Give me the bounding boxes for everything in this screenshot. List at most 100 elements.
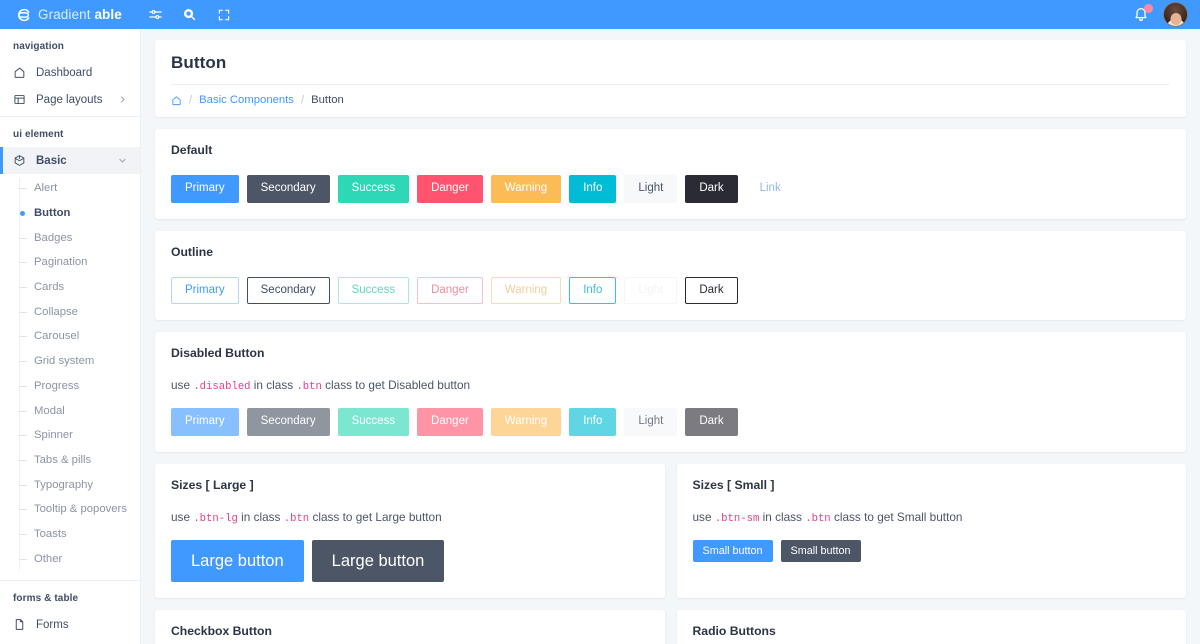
outline-light-button[interactable]: Light — [624, 276, 678, 304]
breadcrumb-home-icon[interactable] — [171, 95, 182, 106]
default-info-button[interactable]: Info — [569, 175, 617, 203]
sidebar-subitem-other[interactable]: Other — [0, 546, 140, 571]
default-danger-button[interactable]: Danger — [417, 175, 483, 203]
top-navigation-bar: Gradient able — [0, 0, 1200, 29]
large-desc-post: class to get Large button — [309, 509, 442, 524]
sidebar-item-page-layouts[interactable]: Page layouts — [0, 86, 140, 113]
large-desc-mid: in class — [237, 509, 284, 524]
radio-buttons-card: Radio Buttons Active Radio Radio — [676, 610, 1186, 644]
large-desc-pre: use — [171, 509, 194, 524]
sidebar-item-dashboard-label: Dashboard — [36, 66, 93, 79]
page-title: Button — [171, 53, 227, 72]
outline-success-button[interactable]: Success — [337, 276, 410, 304]
sidebar-subitem-spinner[interactable]: Spinner — [0, 423, 140, 448]
large-desc-code-1: .btn-lg — [193, 512, 238, 525]
sidebar-item-page-layouts-label: Page layouts — [36, 93, 103, 106]
checkbox-section-title: Checkbox Button — [171, 624, 272, 638]
disabled-success-button: Success — [337, 408, 410, 436]
disabled-danger-button: Danger — [417, 408, 483, 436]
default-secondary-button[interactable]: Secondary — [246, 175, 330, 203]
sidebar-subitem-toasts[interactable]: Toasts — [0, 522, 140, 547]
large-section-title: Sizes [ Large ] — [171, 477, 254, 492]
default-light-button[interactable]: Light — [624, 175, 678, 203]
search-icon[interactable] — [181, 6, 198, 23]
breadcrumb-current: Button — [311, 94, 344, 106]
notification-bell-icon[interactable] — [1133, 4, 1153, 23]
large-size-card: Sizes [ Large ] use .btn-lg in class .bt… — [155, 463, 665, 598]
outline-section-title: Outline — [171, 244, 213, 259]
file-icon — [13, 618, 26, 631]
radio-section-title: Radio Buttons — [692, 624, 776, 638]
sidebar-subitem-modal[interactable]: Modal — [0, 398, 140, 423]
fullscreen-icon[interactable] — [215, 6, 232, 23]
sidebar-subitem-badges[interactable]: Badges — [0, 225, 140, 250]
large-primary-button[interactable]: Large button — [171, 539, 304, 582]
sidebar-subitem-tabs-pills[interactable]: Tabs & pills — [0, 448, 140, 473]
outline-buttons-card: Outline Primary Secondary Success Danger… — [155, 230, 1186, 320]
sizes-row: Sizes [ Large ] use .btn-lg in class .bt… — [155, 463, 1186, 611]
disabled-section-title: Disabled Button — [171, 346, 265, 360]
default-primary-button[interactable]: Primary — [171, 175, 239, 203]
large-secondary-button[interactable]: Large button — [311, 539, 445, 582]
sidebar-subitem-alert[interactable]: Alert — [0, 176, 140, 201]
disabled-button-row: Primary Secondary Success Danger Warning… — [171, 408, 1170, 436]
checkbox-button-card: Checkbox Button Checked — [155, 610, 665, 644]
outline-dark-button[interactable]: Dark — [685, 276, 738, 304]
sidebar-item-basic[interactable]: Basic — [0, 147, 140, 174]
small-secondary-button[interactable]: Small button — [780, 539, 861, 563]
small-primary-button[interactable]: Small button — [692, 539, 773, 563]
topbar-icon-group — [141, 6, 232, 23]
layout-icon — [13, 93, 26, 106]
brand-logo-area[interactable]: Gradient able — [0, 0, 141, 29]
small-desc-pre: use — [692, 509, 715, 524]
outline-secondary-button[interactable]: Secondary — [246, 276, 330, 304]
disabled-desc-code-1: .disabled — [193, 381, 251, 393]
small-button-row: Small button Small button — [692, 539, 1171, 563]
disabled-desc-post: class to get Disabled button — [321, 378, 471, 392]
small-size-card: Sizes [ Small ] use .btn-sm in class .bt… — [676, 463, 1186, 598]
default-section-title: Default — [171, 143, 213, 157]
sidebar-subitem-typography[interactable]: Typography — [0, 472, 140, 497]
small-desc-post: class to get Small button — [830, 509, 963, 524]
page-header-card: Button / Basic Components / Button — [155, 40, 1186, 117]
sidebar-subitem-pagination[interactable]: Pagination — [0, 250, 140, 275]
sidebar-subitem-grid-system[interactable]: Grid system — [0, 349, 140, 374]
default-dark-button[interactable]: Dark — [685, 175, 738, 203]
outline-warning-button[interactable]: Warning — [490, 276, 562, 304]
brand-title: Gradient able — [38, 7, 122, 22]
breadcrumb-parent-link[interactable]: Basic Components — [199, 94, 294, 106]
outline-info-button[interactable]: Info — [569, 276, 617, 304]
sidebar-subitem-progress[interactable]: Progress — [0, 374, 140, 399]
sidebar-subitem-cards[interactable]: Cards — [0, 275, 140, 300]
default-warning-button[interactable]: Warning — [490, 175, 562, 203]
sidebar-subitem-carousel[interactable]: Carousel — [0, 324, 140, 349]
outline-primary-button[interactable]: Primary — [171, 276, 239, 304]
small-section-description: use .btn-sm in class .btn class to get S… — [693, 510, 1171, 525]
disabled-dark-button: Dark — [685, 408, 738, 436]
default-button-row: Primary Secondary Success Danger Warning… — [171, 175, 1170, 203]
outline-danger-button[interactable]: Danger — [417, 276, 483, 304]
chevron-down-icon — [117, 156, 127, 166]
disabled-info-button: Info — [569, 408, 617, 436]
sidebar-caption-ui-element: ui element — [13, 129, 64, 140]
default-link-button[interactable]: Link — [746, 175, 795, 203]
sidebar-item-dashboard[interactable]: Dashboard — [0, 59, 140, 86]
default-success-button[interactable]: Success — [337, 175, 410, 203]
small-desc-mid: in class — [759, 509, 806, 524]
disabled-desc-code-2: .btn — [296, 381, 322, 393]
disabled-light-button: Light — [624, 408, 678, 436]
sidebar-subitem-tooltip-popovers[interactable]: Tooltip & popovers — [0, 497, 140, 522]
sidebar-subitem-collapse[interactable]: Collapse — [0, 299, 140, 324]
user-avatar[interactable] — [1163, 2, 1188, 27]
sidebar-subitem-button[interactable]: Button — [0, 201, 140, 226]
breadcrumb-separator-2: / — [300, 94, 305, 106]
disabled-buttons-card: Disabled Button use .disabled in class .… — [155, 332, 1186, 452]
chevron-right-icon — [117, 95, 127, 105]
brand-title-light: Gradient — [38, 7, 91, 22]
large-section-description: use .btn-lg in class .btn class to get L… — [171, 510, 649, 525]
sidebar-item-forms[interactable]: Forms — [0, 611, 140, 638]
disabled-secondary-button: Secondary — [246, 408, 330, 436]
menu-toggle-icon[interactable] — [147, 6, 164, 23]
sidebar-item-forms-label: Forms — [36, 618, 69, 631]
main-content: Button / Basic Components / Button Defau… — [141, 29, 1200, 644]
